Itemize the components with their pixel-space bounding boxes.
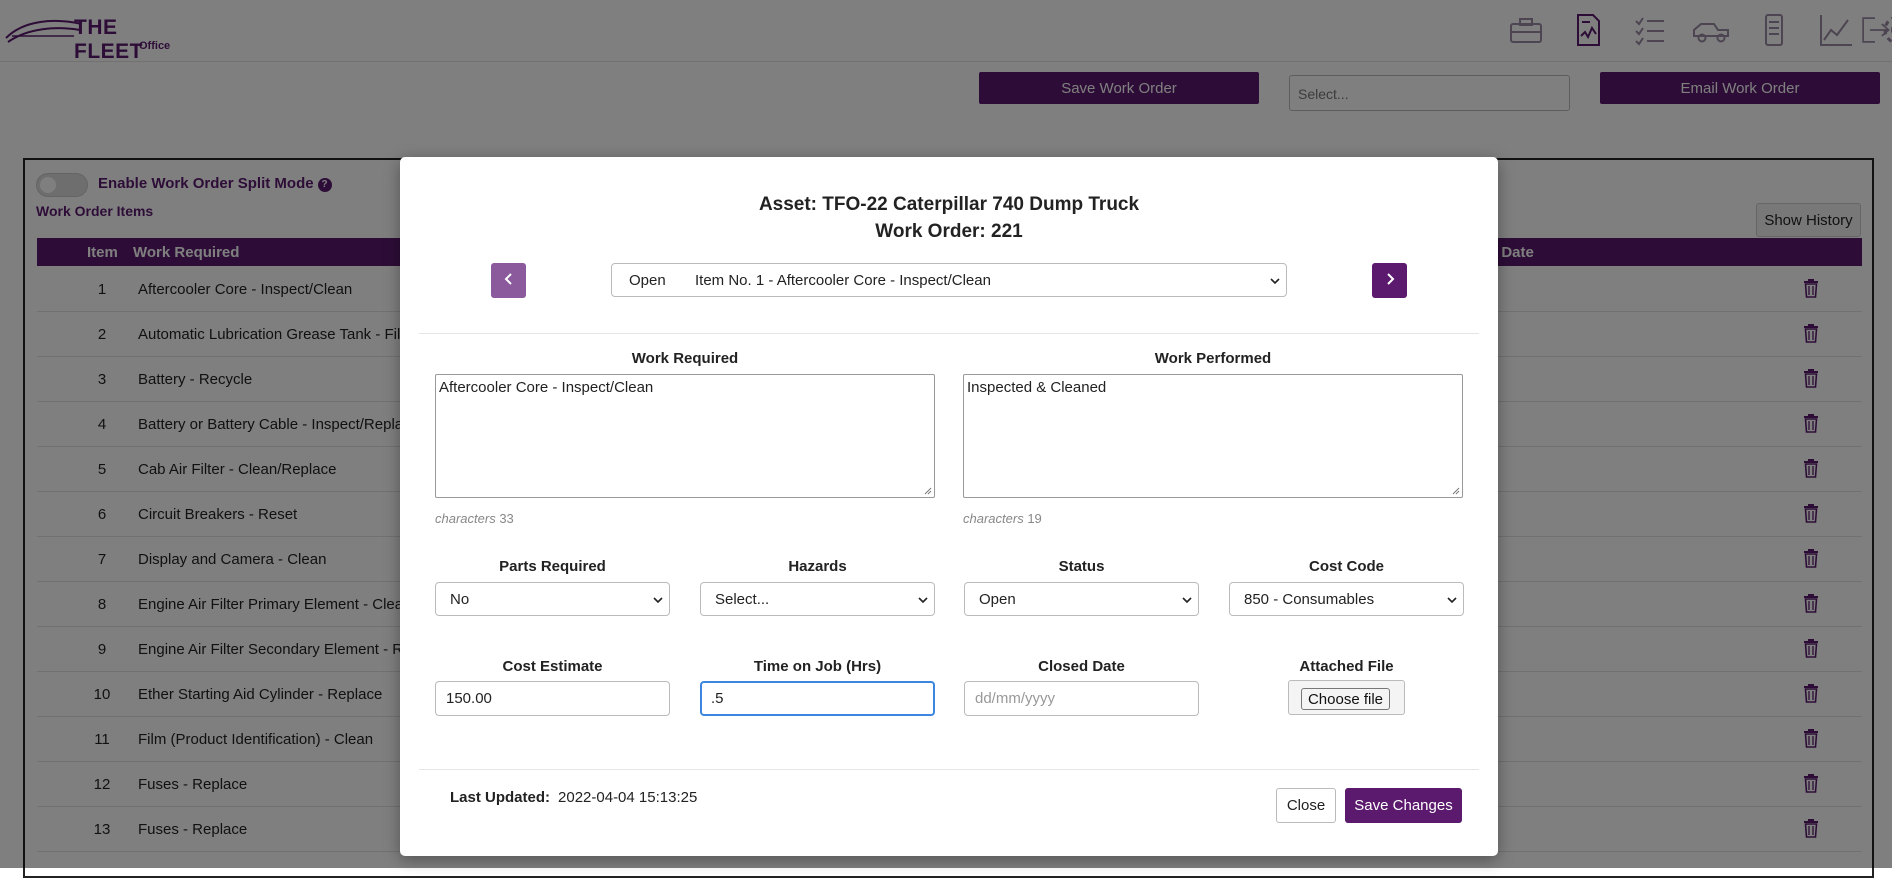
chevron-left-icon xyxy=(504,273,512,285)
resize-handle-icon[interactable] xyxy=(1452,487,1460,495)
work-performed-textarea[interactable]: Inspected & Cleaned xyxy=(963,374,1463,498)
closed-date-input[interactable]: dd/mm/yyyy xyxy=(964,681,1199,716)
choose-file-button[interactable]: Choose file xyxy=(1301,688,1390,710)
chevron-down-icon xyxy=(1447,597,1457,604)
parts-required-value: No xyxy=(450,591,470,608)
last-updated-label: Last Updated: xyxy=(450,789,551,806)
close-button[interactable]: Close xyxy=(1276,788,1336,823)
attached-file-label: Attached File xyxy=(1299,658,1394,675)
work-required-text: Aftercooler Core - Inspect/Clean xyxy=(439,379,654,396)
char-count-value: 33 xyxy=(499,511,514,526)
work-performed-label: Work Performed xyxy=(1154,350,1272,367)
chevron-right-icon xyxy=(1386,273,1394,285)
time-on-job-label: Time on Job (Hrs) xyxy=(753,658,882,675)
asset-title: Asset: TFO-22 Caterpillar 740 Dump Truck xyxy=(758,194,1140,215)
last-updated: Last Updated: 2022-04-04 15:13:25 xyxy=(450,789,697,806)
resize-handle-icon[interactable] xyxy=(924,487,932,495)
status-select[interactable]: Open xyxy=(964,582,1199,616)
work-performed-text: Inspected & Cleaned xyxy=(967,379,1107,396)
time-on-job-input[interactable]: .5 xyxy=(700,681,935,716)
cost-estimate-label: Cost Estimate xyxy=(502,658,603,675)
attached-file-input[interactable]: Choose file xyxy=(1288,680,1405,715)
char-count-label: characters xyxy=(435,511,496,526)
closed-date-label: Closed Date xyxy=(1038,658,1125,675)
time-on-job-value: .5 xyxy=(711,690,724,707)
cost-estimate-input[interactable]: 150.00 xyxy=(435,681,670,716)
char-count-label: characters xyxy=(963,511,1024,526)
hazards-select[interactable]: Select... xyxy=(700,582,935,616)
cost-code-label: Cost Code xyxy=(1309,558,1384,575)
chevron-down-icon xyxy=(1270,278,1280,285)
last-updated-value: 2022-04-04 15:13:25 xyxy=(558,789,698,806)
parts-required-select[interactable]: No xyxy=(435,582,670,616)
parts-required-label: Parts Required xyxy=(499,558,606,575)
chevron-down-icon xyxy=(1182,597,1192,604)
chevron-down-icon xyxy=(653,597,663,604)
chevron-down-icon xyxy=(918,597,928,604)
work-performed-char-count: characters 19 xyxy=(963,511,1042,526)
modal-divider-top xyxy=(419,333,1479,334)
work-required-char-count: characters 33 xyxy=(435,511,514,526)
previous-item-button[interactable] xyxy=(491,263,526,298)
modal-divider-bottom xyxy=(419,769,1479,770)
work-order-number: Work Order: 221 xyxy=(875,221,1023,242)
char-count-value: 19 xyxy=(1027,511,1042,526)
next-item-button[interactable] xyxy=(1372,263,1407,298)
item-select[interactable]: Open Item No. 1 - Aftercooler Core - Ins… xyxy=(611,263,1287,297)
closed-date-placeholder: dd/mm/yyyy xyxy=(975,690,1056,707)
save-changes-button[interactable]: Save Changes xyxy=(1345,788,1462,823)
item-select-status: Open xyxy=(629,272,666,289)
work-required-textarea[interactable]: Aftercooler Core - Inspect/Clean xyxy=(435,374,935,498)
work-required-label: Work Required xyxy=(631,350,739,367)
status-label: Status xyxy=(1058,558,1105,575)
hazards-value: Select... xyxy=(715,591,770,608)
hazards-label: Hazards xyxy=(788,558,847,575)
cost-code-select[interactable]: 850 - Consumables xyxy=(1229,582,1464,616)
edit-work-order-item-modal: Asset: TFO-22 Caterpillar 740 Dump Truck… xyxy=(400,157,1498,856)
item-select-label: Item No. 1 - Aftercooler Core - Inspect/… xyxy=(695,272,991,289)
cost-estimate-value: 150.00 xyxy=(446,690,492,707)
status-value: Open xyxy=(979,591,1016,608)
cost-code-value: 850 - Consumables xyxy=(1244,591,1375,608)
